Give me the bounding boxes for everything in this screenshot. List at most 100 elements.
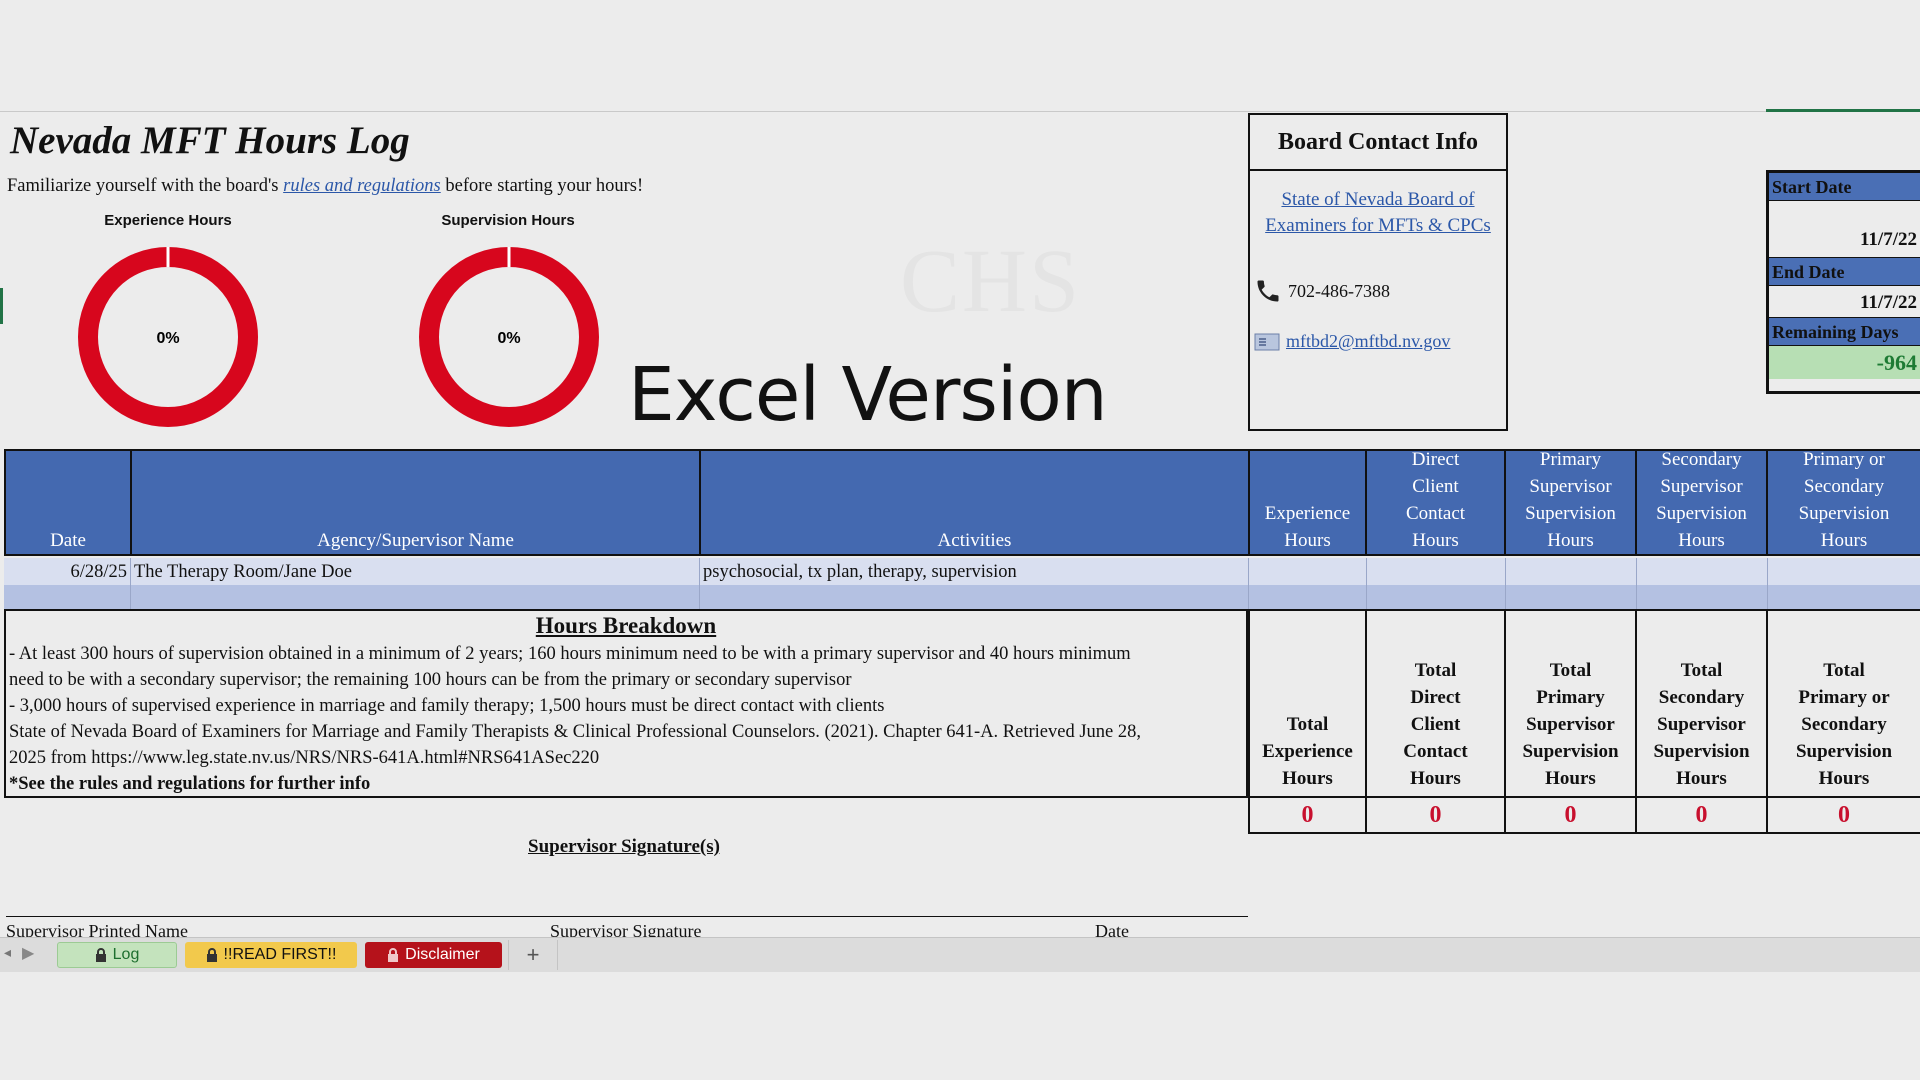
board-website-link[interactable]: State of Nevada Board of Examiners for M… xyxy=(1250,187,1506,239)
supervision-percent: 0% xyxy=(497,330,520,347)
remaining-days-label: Remaining Days xyxy=(1769,318,1920,346)
end-date-value[interactable]: 11/7/22 xyxy=(1769,286,1920,318)
total-either-value[interactable]: 0 xyxy=(1766,798,1920,834)
add-sheet-button[interactable]: + xyxy=(516,942,550,968)
total-direct-l5: Hours xyxy=(1410,768,1461,789)
col-header-agency[interactable]: Agency/Supervisor Name xyxy=(130,449,701,556)
total-primary-value[interactable]: 0 xyxy=(1504,798,1637,834)
col-header-direct-l1: Direct xyxy=(1411,449,1460,470)
col-header-primary[interactable]: Primary Supervisor Supervision Hours xyxy=(1504,449,1637,556)
col-header-date[interactable]: Date xyxy=(4,449,132,556)
intro-before: Familiarize yourself with the board's xyxy=(7,176,284,196)
total-experience-l1: Total xyxy=(1286,714,1329,735)
cell-divider xyxy=(1767,558,1768,609)
sheet-top-border xyxy=(0,111,1920,112)
tab-log-label: Log xyxy=(112,946,140,963)
col-header-primary-l3: Supervision xyxy=(1525,503,1616,524)
tab-log[interactable]: Log xyxy=(57,942,177,968)
excel-version-label: Excel Version xyxy=(628,352,1108,438)
total-either-l1: Total xyxy=(1823,660,1865,681)
sheet-tab-bar: ◂ ▶ Log !!READ FIRST!! Disclaimer + xyxy=(0,937,1920,972)
scroll-left-icon[interactable]: ◂ xyxy=(4,945,14,963)
lock-icon xyxy=(95,948,106,962)
total-direct-header: Total Direct Client Contact Hours xyxy=(1365,609,1506,798)
row-date-cell[interactable]: 6/28/25 xyxy=(4,558,127,586)
email-icon xyxy=(1254,333,1280,350)
tab-divider xyxy=(557,940,558,970)
start-date-label: Start Date xyxy=(1769,173,1920,201)
board-contact-box: Board Contact Info State of Nevada Board… xyxy=(1248,113,1508,431)
watermark-logo: CHS xyxy=(900,232,1082,331)
start-date-value[interactable]: 11/7/22 xyxy=(1769,201,1920,258)
col-header-experience[interactable]: Experience Hours xyxy=(1248,449,1367,556)
hours-breakdown-box: Hours Breakdown - At least 300 hours of … xyxy=(4,609,1248,798)
total-experience-value[interactable]: 0 xyxy=(1248,798,1367,834)
add-sheet-icon: + xyxy=(526,942,540,967)
total-secondary-l2: Secondary xyxy=(1658,687,1745,708)
supervisor-signature-title: Supervisor Signature(s) xyxy=(528,836,720,857)
hours-breakdown-title: Hours Breakdown xyxy=(535,613,717,638)
phone-icon xyxy=(1257,280,1279,302)
total-direct-l3: Client xyxy=(1410,714,1461,735)
cell-divider xyxy=(699,558,700,609)
screen-background xyxy=(0,972,1920,1080)
page-title: Nevada MFT Hours Log xyxy=(10,119,410,162)
total-direct-l2: Direct xyxy=(1410,687,1461,708)
rules-link[interactable]: rules and regulations xyxy=(283,176,441,196)
col-header-direct-l4: Hours xyxy=(1412,530,1459,551)
total-either-l3: Secondary xyxy=(1801,714,1887,735)
board-phone-row: 702-486-7388 xyxy=(1254,277,1506,305)
col-header-activities-text: Activities xyxy=(937,530,1012,551)
total-secondary-l1: Total xyxy=(1680,660,1723,681)
col-header-primary-l1: Primary xyxy=(1539,449,1602,470)
breakdown-line: need to be with a secondary supervisor; … xyxy=(9,670,852,690)
col-header-direct-l2: Client xyxy=(1412,476,1459,497)
col-header-activities[interactable]: Activities xyxy=(699,449,1250,556)
col-header-experience-l2: Hours xyxy=(1284,530,1331,551)
scroll-right-icon[interactable]: ▶ xyxy=(22,943,36,963)
total-direct-value[interactable]: 0 xyxy=(1365,798,1506,834)
board-email-link[interactable]: mftbd2@mftbd.nv.gov xyxy=(1286,331,1450,352)
dates-panel: Start Date 11/7/22 End Date 11/7/22 Rema… xyxy=(1766,170,1920,394)
tab-read-first[interactable]: !!READ FIRST!! xyxy=(185,942,357,968)
col-header-agency-text: Agency/Supervisor Name xyxy=(317,530,514,551)
col-header-direct[interactable]: Direct Client Contact Hours xyxy=(1365,449,1506,556)
board-link-line2[interactable]: Examiners for MFTs & CPCs xyxy=(1250,213,1506,239)
board-email-row: mftbd2@mftbd.nv.gov xyxy=(1254,331,1506,352)
col-header-secondary-l2: Supervisor xyxy=(1660,476,1743,497)
col-header-secondary-l1: Secondary xyxy=(1661,449,1742,470)
tab-disclaimer[interactable]: Disclaimer xyxy=(365,942,502,968)
breakdown-footnote: *See the rules and regulations for furth… xyxy=(9,774,371,794)
total-primary-l1: Total xyxy=(1549,660,1592,681)
cell-divider xyxy=(1505,558,1506,609)
board-phone: 702-486-7388 xyxy=(1288,280,1390,301)
col-header-either-l2: Secondary xyxy=(1803,476,1885,497)
tab-read-first-label: !!READ FIRST!! xyxy=(223,946,337,963)
row-activities-cell[interactable]: psychosocial, tx plan, therapy, supervis… xyxy=(703,558,1017,586)
selected-column-indicator xyxy=(1766,109,1920,112)
experience-percent: 0% xyxy=(156,330,179,347)
col-header-either-l3: Supervision xyxy=(1798,503,1890,524)
col-header-primary-l2: Supervisor xyxy=(1529,476,1612,497)
total-secondary-l5: Hours xyxy=(1676,768,1727,789)
tab-disclaimer-label: Disclaimer xyxy=(405,946,480,963)
col-header-secondary[interactable]: Secondary Supervisor Supervision Hours xyxy=(1635,449,1768,556)
col-header-either[interactable]: Primary or Secondary Supervision Hours xyxy=(1766,449,1920,556)
total-primary-header: Total Primary Supervisor Supervision Hou… xyxy=(1504,609,1637,798)
total-either-l2: Primary or xyxy=(1798,687,1890,708)
experience-chart-title: Experience Hours xyxy=(104,212,232,229)
experience-donut-chart[interactable]: 0% xyxy=(68,237,268,437)
total-direct-l1: Total xyxy=(1414,660,1457,681)
col-header-experience-l1: Experience xyxy=(1264,503,1351,524)
table-row-empty[interactable] xyxy=(4,585,1920,609)
breakdown-line: - 3,000 hours of supervised experience i… xyxy=(9,696,885,716)
board-link-line1[interactable]: State of Nevada Board of xyxy=(1250,187,1506,213)
row-agency-cell[interactable]: The Therapy Room/Jane Doe xyxy=(134,558,352,586)
cell-divider xyxy=(130,558,131,609)
col-header-secondary-l3: Supervision xyxy=(1656,503,1747,524)
total-secondary-value[interactable]: 0 xyxy=(1635,798,1768,834)
selected-row-indicator xyxy=(0,288,3,324)
total-direct-l4: Contact xyxy=(1403,741,1468,762)
supervision-donut-chart[interactable]: 0% xyxy=(409,237,609,437)
remaining-days-value[interactable]: -964 xyxy=(1769,346,1920,379)
